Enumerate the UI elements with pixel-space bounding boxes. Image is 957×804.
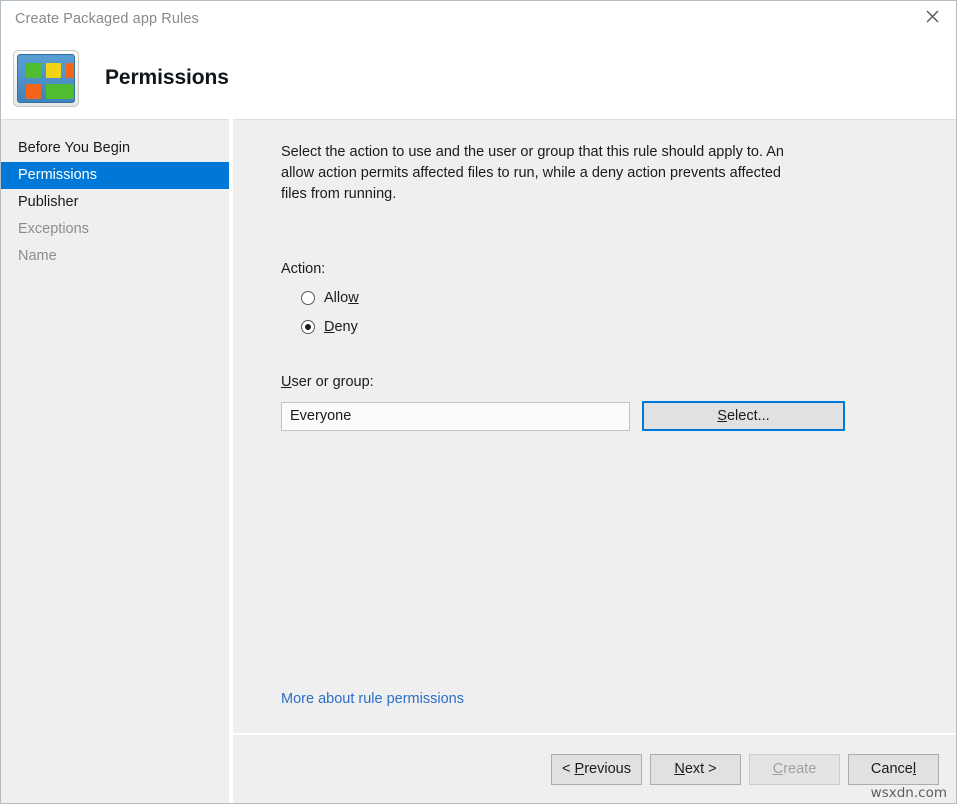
next-button[interactable]: Next > [650, 754, 741, 785]
user-group-row: Select... [281, 401, 926, 431]
radio-label: Deny [324, 319, 358, 335]
user-group-block: User or group: Select... [281, 374, 926, 431]
intro-text: Select the action to use and the user or… [281, 142, 806, 205]
sidebar-item-permissions[interactable]: Permissions [1, 162, 229, 189]
select-button[interactable]: Select... [642, 401, 845, 431]
app-icon-tile [26, 84, 41, 99]
sidebar-item-exceptions[interactable]: Exceptions [1, 216, 229, 243]
sidebar-item-label: Name [18, 248, 57, 264]
radio-knob-selected[interactable] [301, 320, 315, 334]
radio-deny[interactable]: Deny [301, 319, 926, 335]
footer-button-group: < Previous Next > Create Cancel [543, 754, 939, 785]
radio-allow[interactable]: Allow [301, 290, 926, 306]
content-panel: Select the action to use and the user or… [233, 119, 956, 733]
sidebar-item-label: Before You Begin [18, 140, 130, 156]
page-header: Permissions [1, 37, 956, 119]
wizard-window: Create Packaged app Rules Permissions Be… [0, 0, 957, 804]
sidebar-item-publisher[interactable]: Publisher [1, 189, 229, 216]
window-title: Create Packaged app Rules [1, 11, 199, 27]
close-icon[interactable] [909, 1, 956, 31]
title-bar: Create Packaged app Rules [1, 1, 956, 37]
sidebar-item-label: Permissions [18, 167, 97, 183]
action-block: Action: Allow Deny [281, 261, 926, 335]
cancel-button[interactable]: Cancel [848, 754, 939, 785]
wizard-footer: < Previous Next > Create Cancel wsxdn.com [233, 733, 956, 803]
sidebar-item-before-you-begin[interactable]: Before You Begin [1, 135, 229, 162]
action-label: Action: [281, 261, 926, 277]
content-wrapper: Select the action to use and the user or… [229, 119, 956, 803]
sidebar-item-label: Publisher [18, 194, 78, 210]
action-radio-group: Allow Deny [281, 290, 926, 335]
sidebar-item-name[interactable]: Name [1, 243, 229, 270]
app-icon-tile [26, 63, 41, 78]
user-group-input[interactable] [281, 402, 630, 431]
radio-label: Allow [324, 290, 359, 306]
app-icon-tile [46, 84, 75, 99]
app-icon-tile [66, 63, 75, 78]
user-group-label: User or group: [281, 374, 926, 390]
app-icon-tile [46, 63, 61, 78]
radio-knob[interactable] [301, 291, 315, 305]
create-button: Create [749, 754, 840, 785]
sidebar-item-label: Exceptions [18, 221, 89, 237]
wizard-body: Before You Begin Permissions Publisher Exce… [1, 119, 956, 803]
page-title: Permissions [105, 66, 229, 90]
more-about-rule-permissions-link[interactable]: More about rule permissions [281, 691, 464, 707]
packaged-app-icon [13, 50, 79, 107]
previous-button[interactable]: < Previous [551, 754, 642, 785]
watermark: wsxdn.com [871, 785, 947, 801]
wizard-sidebar: Before You Begin Permissions Publisher Exce… [1, 119, 229, 803]
